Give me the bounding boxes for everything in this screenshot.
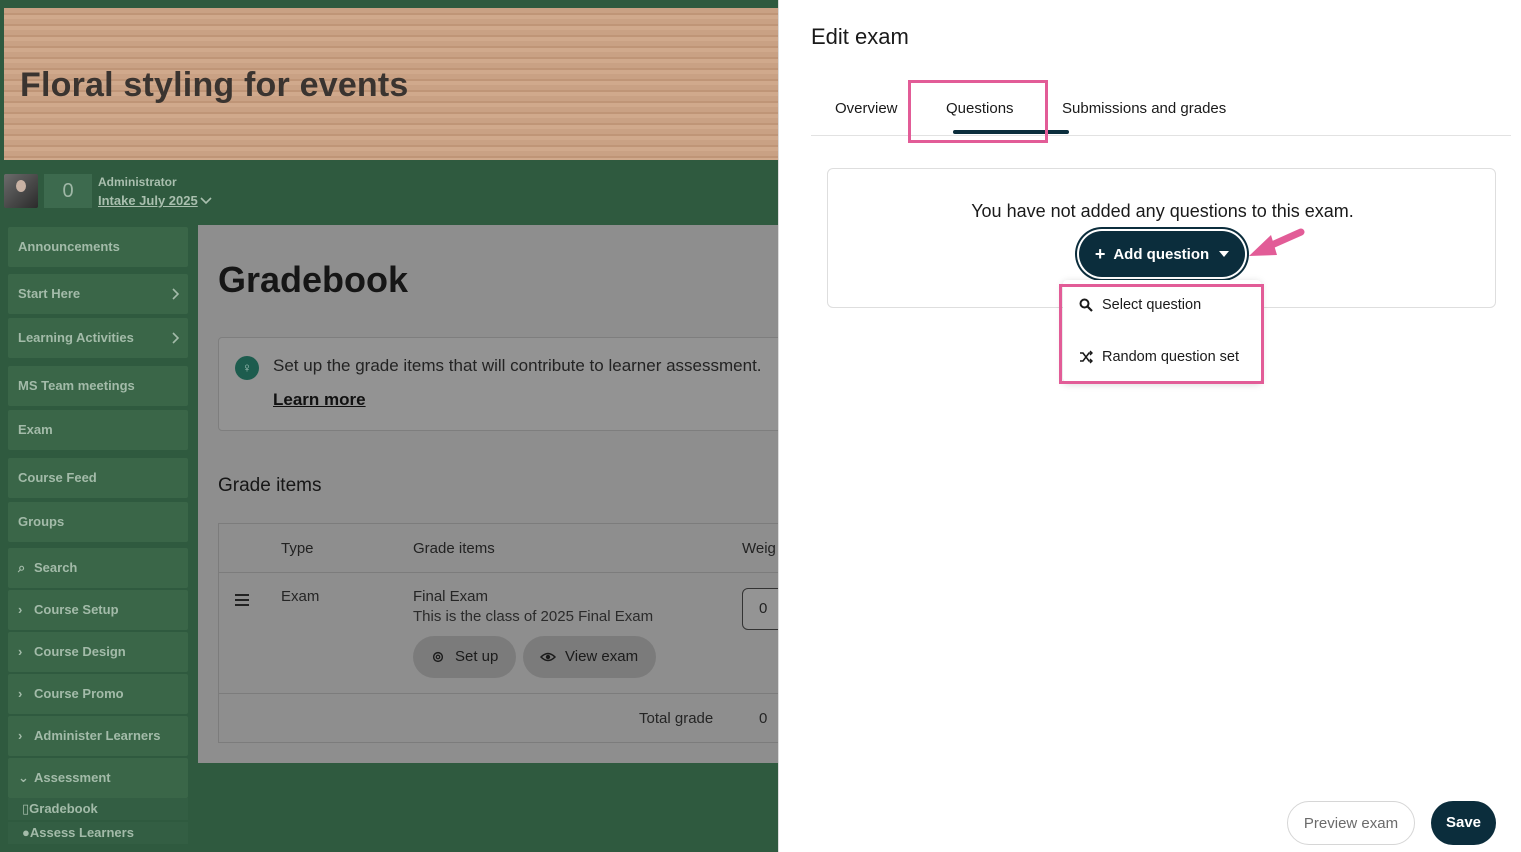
total-grade-value: 0 [759, 710, 768, 727]
view-exam-button[interactable]: View exam [523, 636, 657, 678]
user-bar: 0 Administrator Intake July 2025 [0, 168, 778, 214]
preview-exam-button[interactable]: Preview exam [1287, 801, 1415, 845]
sidebar-subitem-label: Gradebook [29, 801, 98, 816]
gradebook-card: Gradebook ♀ Set up the grade items that … [198, 225, 778, 763]
eye-icon [540, 652, 556, 662]
course-banner: Floral styling for events [4, 8, 778, 160]
user-role: Administrator [98, 175, 177, 189]
setup-label: Set up [455, 648, 499, 665]
course-title: Floral styling for events [20, 66, 409, 104]
sidebar-item-label: Groups [18, 514, 65, 529]
row-description: This is the class of 2025 Final Exam [413, 608, 654, 625]
course-background: Floral styling for events 0 Administrato… [0, 0, 778, 852]
avatar[interactable] [4, 174, 38, 208]
tab-overview[interactable]: Overview [835, 100, 898, 117]
save-button[interactable]: Save [1431, 801, 1496, 845]
sidebar-item-announcements[interactable]: Announcements [8, 227, 188, 267]
add-question-label: Add question [1113, 246, 1210, 263]
column-header: Grade items [413, 540, 495, 557]
sidebar-item-ms-team-meetings[interactable]: MS Team meetings [8, 366, 188, 406]
sidebar-item-exam[interactable]: Exam [8, 410, 188, 450]
sidebar-subitem-gradebook[interactable]: ▯Gradebook [8, 798, 188, 820]
sidebar-item-label: Assessment [34, 770, 111, 785]
intake-selector[interactable]: Intake July 2025 [98, 193, 198, 208]
add-question-button[interactable]: + Add question [1079, 231, 1245, 277]
sidebar-item-administer-learners[interactable]: › Administer Learners [8, 716, 188, 756]
grade-items-table: Type Grade items Weig Exam Final Exam Th… [218, 523, 778, 743]
chevron-right-icon [172, 288, 180, 300]
column-header: Type [281, 540, 314, 557]
sidebar-item-course-promo[interactable]: › Course Promo [8, 674, 188, 714]
sidebar-item-course-setup[interactable]: › Course Setup [8, 590, 188, 630]
chevron-right-icon: › [18, 686, 23, 701]
highlight-box [1059, 284, 1264, 384]
edit-exam-panel: Edit exam Overview Questions Submissions… [778, 0, 1521, 852]
sidebar-item-label: Learning Activities [18, 330, 134, 345]
panel-title: Edit exam [811, 24, 909, 49]
learn-more-link[interactable]: Learn more [273, 390, 366, 410]
sidebar-item-label: Search [34, 560, 78, 575]
sidebar-item-course-feed[interactable]: Course Feed [8, 458, 188, 498]
sidebar-item-label: Exam [18, 422, 53, 437]
users-icon: ● [22, 825, 30, 840]
tab-submissions-and-grades[interactable]: Submissions and grades [1062, 100, 1226, 117]
sidebar-item-label: Start Here [18, 286, 81, 301]
row-name: Final Exam [413, 588, 489, 605]
sidebar-item-label: Course Promo [34, 686, 124, 701]
weight-input[interactable]: 0 [742, 588, 778, 630]
sidebar-subitem-label: Assess Learners [29, 825, 134, 840]
sidebar-item-label: Course Setup [34, 602, 119, 617]
setup-button[interactable]: Set up [413, 636, 517, 678]
row-type: Exam [281, 588, 320, 605]
sidebar-item-groups[interactable]: Groups [8, 502, 188, 542]
sidebar-item-search[interactable]: ⌕ Search [8, 548, 188, 588]
sidebar-item-start-here[interactable]: Start Here [8, 274, 188, 314]
grade-items-heading: Grade items [218, 475, 322, 496]
chevron-right-icon: › [18, 644, 23, 659]
plus-icon: + [1094, 244, 1106, 264]
divider [219, 572, 778, 573]
drag-handle-icon[interactable] [235, 594, 249, 606]
caret-down-icon [1219, 251, 1230, 257]
sidebar-item-label: Announcements [18, 239, 120, 254]
info-text: Set up the grade items that will contrib… [273, 356, 762, 375]
sidebar-subitem-assess-learners[interactable]: ●Assess Learners [8, 822, 188, 844]
chevron-down-icon: ⌄ [18, 770, 29, 785]
chevron-down-icon [200, 197, 212, 205]
sidebar-item-learning-activities[interactable]: Learning Activities [8, 318, 188, 358]
highlight-box [908, 80, 1048, 143]
page-title: Gradebook [218, 259, 409, 300]
column-header: Weig [742, 540, 776, 557]
sidebar-item-label: Course Design [34, 644, 126, 659]
sidebar-item-label: Administer Learners [34, 728, 161, 743]
divider [219, 693, 778, 694]
notification-count[interactable]: 0 [44, 174, 92, 208]
info-banner: ♀ Set up the grade items that will contr… [218, 337, 778, 431]
search-icon: ⌕ [18, 560, 26, 575]
view-exam-label: View exam [565, 648, 639, 665]
total-grade-label: Total grade [639, 710, 714, 727]
empty-message: You have not added any questions to this… [971, 201, 1354, 221]
sidebar-item-label: MS Team meetings [18, 378, 135, 393]
annotation-arrow-icon [1249, 228, 1305, 256]
chevron-right-icon [172, 332, 180, 344]
sidebar-item-course-design[interactable]: › Course Design [8, 632, 188, 672]
sidebar-item-label: Course Feed [18, 470, 97, 485]
gear-icon [432, 651, 444, 663]
chevron-right-icon: › [18, 728, 23, 743]
chevron-right-icon: › [18, 602, 23, 617]
sidebar-item-assessment[interactable]: ⌄ Assessment [8, 758, 188, 798]
lightbulb-icon: ♀ [235, 356, 259, 380]
